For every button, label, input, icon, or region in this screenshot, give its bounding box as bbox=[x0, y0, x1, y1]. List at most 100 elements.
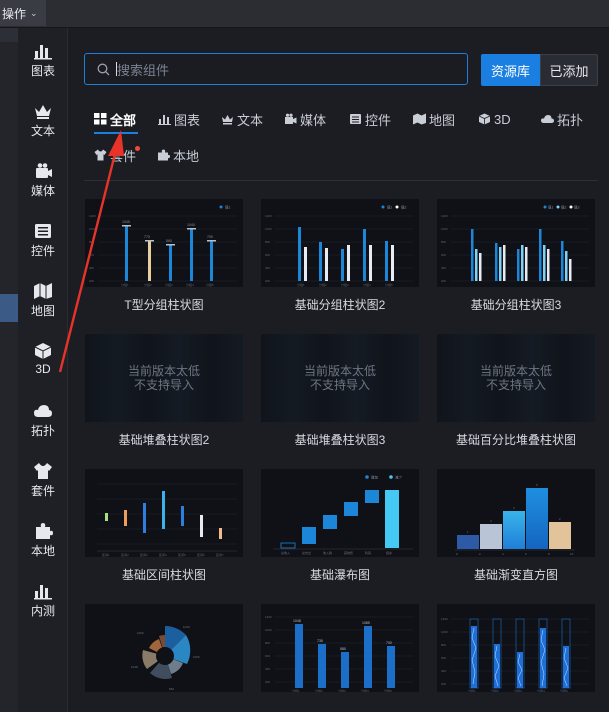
svg-text:分组1: 分组1 bbox=[468, 688, 476, 692]
unsupported-message: 当前版本太低 bbox=[303, 364, 376, 378]
svg-text:1000: 1000 bbox=[441, 227, 448, 231]
svg-text:值2: 值2 bbox=[401, 205, 407, 210]
category-sidebar: 图表 文本 媒体 控件 地图 3D 拓扑 套件 本地 内测 bbox=[18, 28, 68, 712]
svg-text:区间3: 区间3 bbox=[140, 552, 148, 557]
svg-text:400: 400 bbox=[265, 266, 270, 270]
svg-text:总支出: 总支出 bbox=[302, 550, 311, 555]
svg-text:600: 600 bbox=[441, 656, 446, 660]
component-thumbnail: 1200 1000 800 600 400 200 值1 值2 分组1 分组2 分组3 分组4 分… bbox=[261, 199, 419, 287]
svg-text:区间7: 区间7 bbox=[216, 552, 224, 557]
svg-text:1048: 1048 bbox=[131, 665, 138, 669]
left-panel-header bbox=[0, 28, 18, 42]
svg-text:735: 735 bbox=[317, 639, 323, 643]
unsupported-message: 当前版本太低 bbox=[127, 364, 200, 378]
sidebar-item-label: 3D bbox=[35, 362, 51, 376]
tab-label: 图表 bbox=[174, 112, 201, 128]
search-placeholder: 搜索组件 bbox=[117, 62, 170, 78]
svg-text:200: 200 bbox=[89, 279, 94, 283]
component-card[interactable]: 区间1 区间2 区间3 区间4 区间5 区间6 区间7 基础区间柱状图 bbox=[85, 469, 243, 583]
svg-text:分组3: 分组3 bbox=[165, 282, 173, 287]
component-card[interactable]: 1200 1000 800 600 400 200 值1 1045 773 560 1040 70… bbox=[85, 199, 243, 313]
svg-text:1200: 1200 bbox=[441, 617, 448, 621]
tab-media[interactable]: 媒体 bbox=[284, 108, 326, 130]
component-thumbnail: 1 2 3 5 2 0 2 4 6 8 10 bbox=[437, 469, 595, 557]
sidebar-item-local[interactable]: 本地 bbox=[18, 522, 68, 572]
svg-text:区间4: 区间4 bbox=[159, 552, 167, 557]
svg-text:分组5: 分组5 bbox=[384, 688, 392, 692]
component-card[interactable]: 1200 1000 800 600 400 200 1048 735 580 1085 700 分… bbox=[261, 604, 419, 701]
search-icon bbox=[97, 63, 110, 75]
svg-text:200: 200 bbox=[265, 680, 270, 684]
widget-icon bbox=[350, 114, 361, 124]
tab-topology[interactable]: 拓扑 bbox=[541, 108, 583, 130]
tab-all[interactable]: 全部 bbox=[94, 108, 136, 130]
component-card[interactable]: 1 2 3 5 2 0 2 4 6 8 10 基础渐变直方图 bbox=[437, 469, 595, 583]
svg-text:分组5: 分组5 bbox=[560, 688, 568, 692]
tab-local[interactable]: 本地 bbox=[157, 144, 199, 166]
operations-menu-label: 操作 bbox=[2, 6, 27, 21]
sidebar-item-kit[interactable]: 套件 bbox=[18, 462, 68, 512]
svg-text:600: 600 bbox=[265, 654, 270, 658]
component-thumbnail: 当前版本太低 不支持导入 bbox=[437, 334, 595, 422]
sidebar-item-text[interactable]: 文本 bbox=[18, 102, 68, 152]
left-panel-selected-item[interactable] bbox=[0, 294, 18, 322]
map-icon bbox=[413, 113, 426, 125]
beta-chart-icon bbox=[34, 585, 52, 600]
component-card[interactable]: 1200 1000 800 600 400 200 值1 值2 值3 基础分组柱状图3 bbox=[437, 199, 595, 313]
tab-label: 全部 bbox=[110, 112, 137, 128]
svg-text:3: 3 bbox=[513, 506, 515, 510]
svg-text:值1: 值1 bbox=[548, 205, 554, 210]
svg-text:1002: 1002 bbox=[137, 631, 144, 635]
svg-text:1040: 1040 bbox=[187, 223, 195, 227]
svg-text:6: 6 bbox=[525, 552, 527, 556]
svg-text:2: 2 bbox=[490, 519, 492, 523]
sidebar-item-media[interactable]: 媒体 bbox=[18, 162, 68, 212]
sidebar-item-beta[interactable]: 内测 bbox=[18, 582, 68, 632]
sidebar-item-3d[interactable]: 3D bbox=[18, 342, 68, 392]
added-button[interactable]: 已添加 bbox=[540, 54, 598, 86]
tabs-divider bbox=[84, 180, 598, 181]
tab-kit[interactable]: 套件 bbox=[94, 144, 136, 166]
tab-widget[interactable]: 控件 bbox=[349, 108, 391, 130]
svg-text:400: 400 bbox=[441, 669, 446, 673]
tab-3d[interactable]: 3D bbox=[478, 108, 511, 130]
svg-text:200: 200 bbox=[441, 682, 446, 686]
operations-menu[interactable]: 操作 ⌄ bbox=[0, 0, 46, 26]
svg-text:1045: 1045 bbox=[122, 220, 130, 224]
tab-map[interactable]: 地图 bbox=[413, 108, 455, 130]
svg-text:1040: 1040 bbox=[183, 625, 190, 629]
sidebar-item-map[interactable]: 地图 bbox=[18, 282, 68, 332]
sidebar-item-label: 图表 bbox=[30, 64, 55, 78]
sidebar-item-widget[interactable]: 控件 bbox=[18, 222, 68, 272]
sidebar-item-topology[interactable]: 拓扑 bbox=[18, 402, 68, 452]
svg-text:结余: 结余 bbox=[386, 550, 392, 555]
svg-text:1000: 1000 bbox=[193, 655, 200, 659]
topology-icon bbox=[541, 115, 554, 123]
svg-text:1085: 1085 bbox=[362, 621, 370, 625]
resource-library-button[interactable]: 资源库 bbox=[481, 54, 540, 86]
top-toolbar: 操作 ⌄ bbox=[0, 0, 609, 28]
tab-chart[interactable]: 图表 bbox=[158, 108, 200, 130]
sidebar-item-label: 内测 bbox=[30, 604, 55, 618]
sidebar-item-label: 拓扑 bbox=[30, 424, 55, 438]
component-card[interactable]: 当前版本太低 不支持导入 基础堆叠柱状图3 bbox=[261, 334, 419, 448]
svg-text:分组1: 分组1 bbox=[292, 688, 300, 692]
tab-text[interactable]: 文本 bbox=[221, 108, 263, 130]
component-card[interactable]: 当前版本太低 不支持导入 基础堆叠柱状图2 bbox=[85, 334, 243, 448]
component-card[interactable]: 增加 减少 总收入 总支出 收入税 其他费 利润 结余 基础瀑布图 bbox=[261, 469, 419, 583]
component-card[interactable]: 1040 1000 560 1048 1002 bbox=[85, 604, 243, 701]
chart-icon bbox=[34, 45, 52, 60]
svg-text:分组4: 分组4 bbox=[186, 282, 194, 287]
search-input[interactable]: 搜索组件 bbox=[84, 53, 468, 85]
svg-text:区间6: 区间6 bbox=[197, 552, 205, 557]
component-card[interactable]: 1200 1000 800 600 400 200 分组1 分组2 分组3 分组4 分组5 bbox=[437, 604, 595, 701]
svg-text:分组1: 分组1 bbox=[121, 282, 129, 287]
component-label: 基础瀑布图 bbox=[309, 568, 370, 582]
svg-text:8: 8 bbox=[548, 552, 550, 556]
svg-text:1000: 1000 bbox=[265, 227, 272, 231]
component-card[interactable]: 当前版本太低 不支持导入 基础百分比堆叠柱状图 bbox=[437, 334, 595, 448]
sidebar-item-chart[interactable]: 图表 bbox=[18, 42, 68, 92]
media-icon bbox=[285, 113, 297, 124]
svg-text:区间1: 区间1 bbox=[102, 552, 110, 557]
component-card[interactable]: 1200 1000 800 600 400 200 值1 值2 分组1 分组2 分组3 分组4 分… bbox=[261, 199, 419, 313]
